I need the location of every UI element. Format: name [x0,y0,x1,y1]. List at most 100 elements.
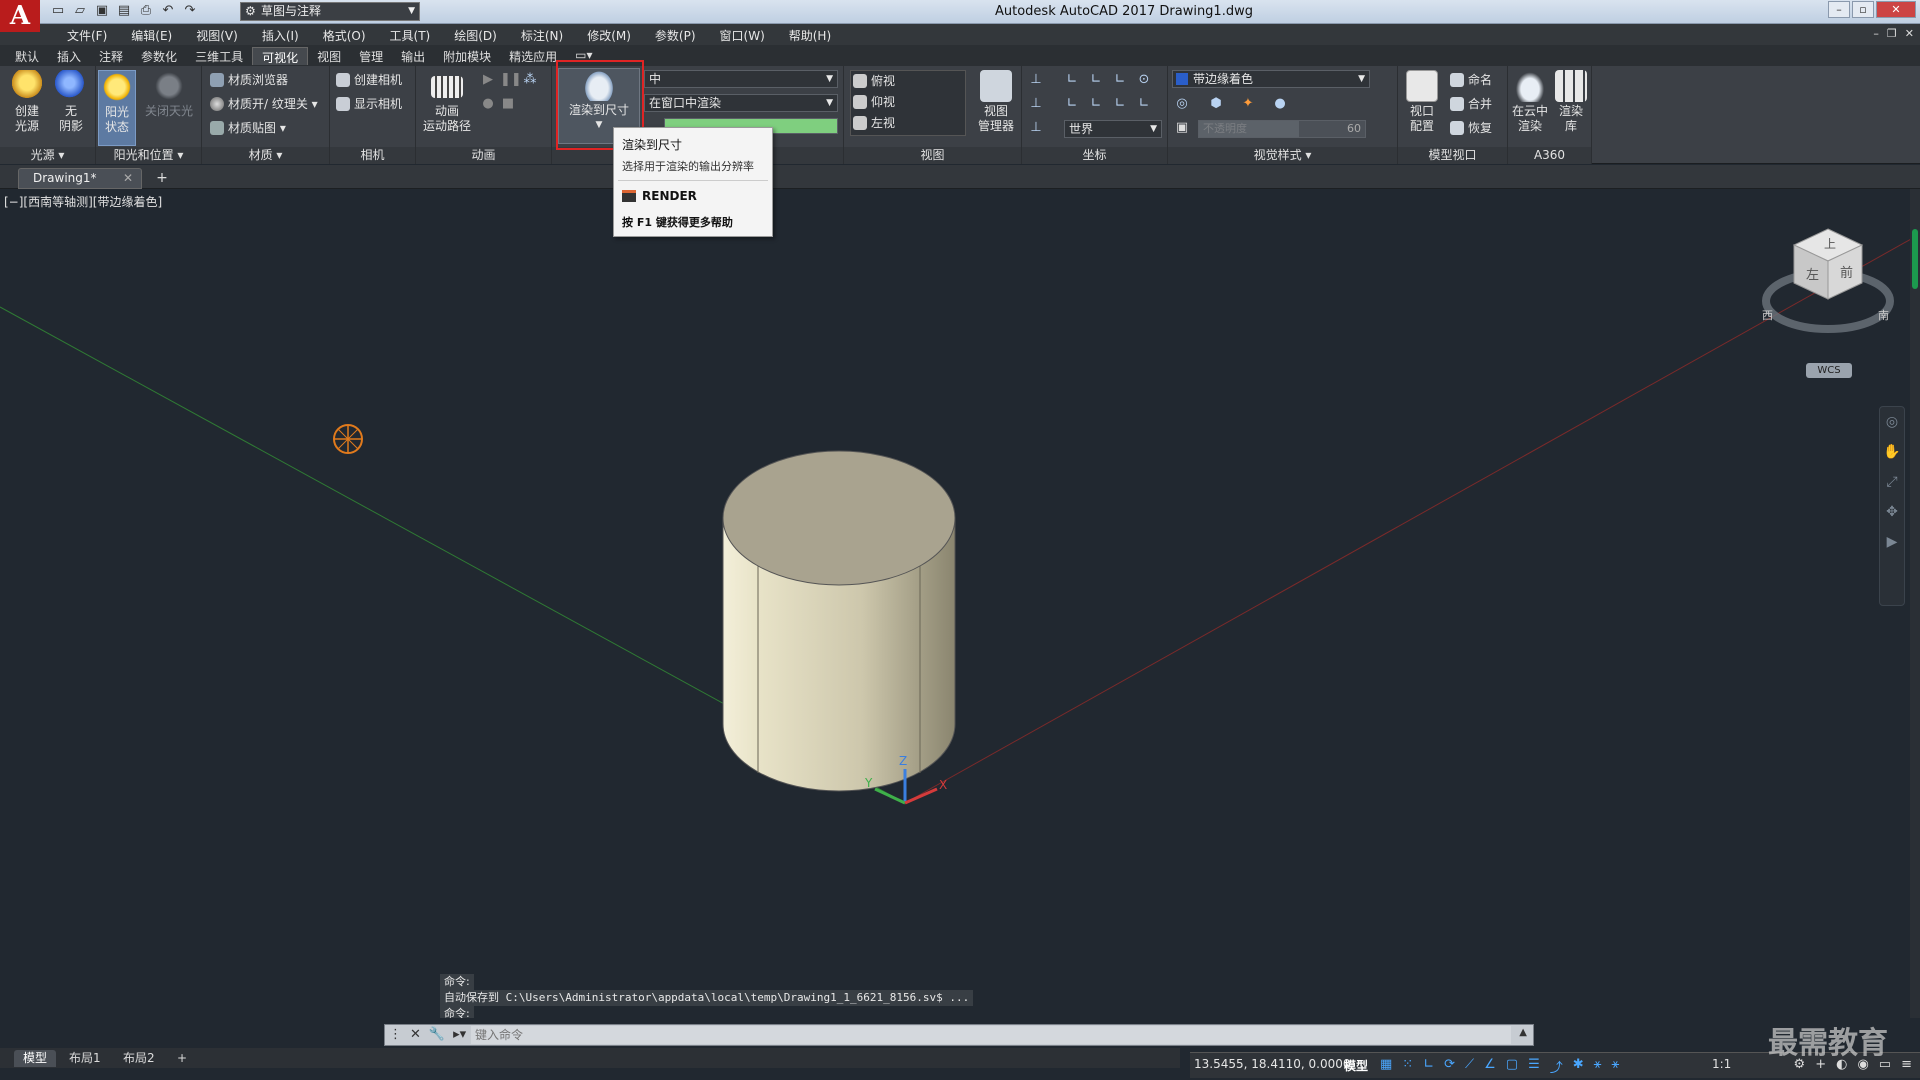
doc-restore-button[interactable]: ❐ [1887,27,1897,40]
menu-parametric[interactable]: 参数(P) [643,27,708,44]
undo-icon[interactable]: ↶ [160,3,176,19]
new-icon[interactable]: ▭ [50,3,66,19]
ucs-icon[interactable]: ⊥ [1028,72,1044,88]
render-quality-select[interactable]: 中 ▼ [644,70,838,88]
plot-icon[interactable]: ⎙ [138,3,154,19]
viewport-restore-button[interactable]: 恢复 [1448,118,1492,138]
menu-window[interactable]: 窗口(W) [708,27,777,44]
grid-icon[interactable]: ▦ [1380,1057,1392,1076]
tab-featured-apps[interactable]: 精选应用 [500,47,566,65]
menu-tools[interactable]: 工具(T) [378,27,443,44]
menu-modify[interactable]: 修改(M) [575,27,643,44]
panel-title-sun-location[interactable]: 阳光和位置 ▾ [96,147,201,164]
selection-cycling-icon[interactable]: ✱ [1573,1057,1584,1076]
close-icon[interactable]: ✕ [123,169,133,188]
ucs-face-icon[interactable]: ∟ [1088,96,1104,112]
view-manager-button[interactable]: 视图 管理器 [976,70,1016,134]
minimize-button[interactable]: – [1828,1,1850,18]
menu-view[interactable]: 视图(V) [184,27,250,44]
command-prompt-icon[interactable]: ▸▾ [453,1027,466,1042]
tab-manage[interactable]: 管理 [350,47,392,65]
showmotion-icon[interactable]: ▶ [1880,527,1904,557]
customization-icon[interactable]: ≡ [1901,1057,1912,1072]
tab-visualize[interactable]: 可视化 [252,47,309,65]
application-menu-button[interactable]: A [0,0,40,32]
menu-draw[interactable]: 绘图(D) [442,27,509,44]
save-as-icon[interactable]: ▤ [116,3,132,19]
ucs-3point-icon[interactable]: ∟ [1112,96,1128,112]
scene-canvas[interactable]: Z Y X 上 左 前 西 南 [0,189,1920,1018]
create-light-button[interactable]: 创建 光源 [8,70,46,134]
tab-addins[interactable]: 附加模块 [434,47,500,65]
ucs-select[interactable]: 世界 ▼ [1064,120,1162,138]
ucs-named-icon[interactable]: ⊥ [1028,120,1044,136]
tab-parametric[interactable]: 参数化 [132,47,186,65]
panel-title-materials[interactable]: 材质 ▾ [202,147,329,164]
doc-minimize-button[interactable]: – [1873,27,1879,40]
tab-3d-tools[interactable]: 三维工具 [186,47,252,65]
viewport-join-button[interactable]: 合并 [1448,94,1492,114]
scrollbar-thumb[interactable] [1912,229,1918,289]
tab-annotate[interactable]: 注释 [90,47,132,65]
environment-icon[interactable]: ● [1272,96,1288,112]
tab-default[interactable]: 默认 [6,47,48,65]
opacity-slider[interactable]: 不透明度 60 [1198,120,1366,138]
close-button[interactable]: ✕ [1876,1,1916,18]
pan-icon[interactable]: ✋ [1880,437,1904,467]
ortho-icon[interactable]: ∟ [1423,1057,1434,1076]
menu-file[interactable]: 文件(F) [55,27,119,44]
menu-help[interactable]: 帮助(H) [777,27,843,44]
sun-status-button[interactable]: 阳光 状态 [98,70,136,146]
redo-icon[interactable]: ↷ [182,3,198,19]
walk-icon[interactable]: ⁂ [522,72,538,88]
tab-view[interactable]: 视图 [308,47,350,65]
auto-scale-icon[interactable]: ⚹ [1611,1057,1619,1076]
tab-model[interactable]: 模型 [14,1050,57,1067]
ucs-y-icon[interactable]: ∟ [1112,72,1128,88]
object-snap-icon[interactable]: ▢ [1506,1057,1518,1076]
ucs-object-icon[interactable]: ∟ [1064,96,1080,112]
isodraft-icon[interactable]: ⟋ [1465,1057,1474,1076]
ucs-zaxis-icon[interactable]: ∟ [1136,96,1152,112]
stop-icon[interactable]: ■ [500,96,516,112]
sky-off-button[interactable]: 关闭天光 [140,70,198,119]
render-gallery-button[interactable]: 渲染 库 [1552,70,1590,134]
add-layout-button[interactable]: + [168,1050,196,1067]
annotation-scale[interactable]: 1:1 [1712,1057,1731,1071]
pause-icon[interactable]: ❚❚ [500,72,522,88]
viewport-controls-label[interactable]: [−][西南等轴测][带边缘着色] [4,193,162,210]
maximize-button[interactable]: ▫ [1852,1,1874,18]
ucs-z-icon[interactable]: ⊙ [1136,72,1152,88]
edge-effect-icon[interactable]: ◎ [1174,96,1190,112]
tab-layout2[interactable]: 布局2 [114,1050,164,1067]
command-input[interactable] [471,1026,1511,1044]
open-icon[interactable]: ▱ [72,3,88,19]
steering-wheel-icon[interactable]: ◎ [1880,407,1904,437]
viewport-scrollbar[interactable] [1910,189,1920,1018]
render-in-cloud-button[interactable]: 在云中 渲染 [1510,70,1550,134]
menu-insert[interactable]: 插入(I) [250,27,311,44]
no-shadow-button[interactable]: 无 阴影 [52,70,90,134]
ribbon-toggle-icon[interactable]: ▭▾ [566,47,601,65]
create-camera-button[interactable]: 创建相机 [334,70,402,90]
material-mapping-button[interactable]: 材质贴图 ▾ [208,118,286,138]
workspace-dropdown[interactable]: ⚙ 草图与注释 ▼ [240,2,420,21]
chevron-up-icon[interactable]: ▲ [1519,1027,1527,1038]
tab-insert[interactable]: 插入 [48,47,90,65]
orbit-icon[interactable]: ✥ [1880,497,1904,527]
ucs-x-icon[interactable]: ∟ [1088,72,1104,88]
view-top[interactable]: 俯视 [851,71,895,91]
tab-layout1[interactable]: 布局1 [60,1050,110,1067]
snap-icon[interactable]: ⁙ [1402,1057,1413,1076]
drawing-viewport[interactable]: Z Y X 上 左 前 西 南 [−][西南等轴测][带边缘着色] WCS ◎ … [0,189,1920,1018]
model-space-button[interactable]: 模型 [1344,1057,1368,1074]
panel-title-lights[interactable]: 光源 ▾ [0,147,95,164]
close-icon[interactable]: ✕ [410,1027,421,1042]
dynamic-ucs-icon[interactable]: ⤴ [1550,1057,1563,1076]
panel-title-visual-styles[interactable]: 视觉样式 ▾ [1168,147,1397,164]
menu-format[interactable]: 格式(O) [311,27,378,44]
grip-icon[interactable]: ⋮ [389,1027,402,1042]
coordinates-readout[interactable]: 13.5455, 18.4110, 0.0000 [1194,1057,1351,1071]
save-icon[interactable]: ▣ [94,3,110,19]
animation-motion-path-button[interactable]: 动画 运动路径 [418,70,476,134]
